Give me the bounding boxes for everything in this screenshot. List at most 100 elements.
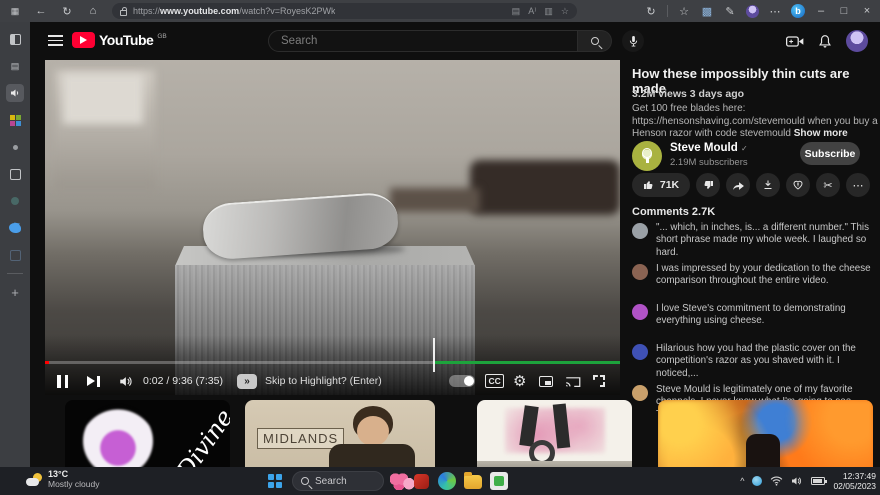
- search-input[interactable]: Search: [268, 30, 578, 52]
- settings-more-icon[interactable]: ⋯: [768, 2, 782, 20]
- taskbar-edge-icon[interactable]: [438, 472, 456, 490]
- read-aloud-sidebar-icon[interactable]: [6, 84, 24, 102]
- cast-icon: [565, 375, 581, 388]
- channel-name[interactable]: Steve Mould ✓: [670, 142, 748, 154]
- comment-item[interactable]: I was impressed by your dedication to th…: [632, 263, 880, 288]
- twitter-icon[interactable]: [6, 219, 24, 237]
- tab-actions-icon[interactable]: ▤: [512, 6, 521, 17]
- tools-icon[interactable]: [6, 192, 24, 210]
- video-description[interactable]: Get 100 free blades here: https://henson…: [632, 103, 878, 141]
- voice-search-button[interactable]: [622, 30, 644, 52]
- account-avatar[interactable]: [846, 30, 868, 52]
- download-button[interactable]: [756, 173, 780, 197]
- favorites-icon[interactable]: ☆: [677, 2, 691, 20]
- show-more-link[interactable]: Show more: [794, 128, 848, 139]
- autoplay-toggle[interactable]: [449, 370, 475, 392]
- maximize-button[interactable]: □: [837, 2, 851, 20]
- channel-avatar[interactable]: [632, 141, 662, 171]
- outlook-icon[interactable]: [6, 246, 24, 264]
- comments-header: Comments 2.7K: [632, 206, 715, 218]
- sponsorblock-icon[interactable]: »: [237, 370, 257, 392]
- more-actions-button[interactable]: ⋯: [846, 173, 870, 197]
- reader-mode-icon[interactable]: ▥: [544, 6, 553, 17]
- home-button[interactable]: ⌂: [84, 2, 102, 20]
- volume-icon: [119, 375, 134, 388]
- progress-bar[interactable]: [45, 361, 620, 364]
- start-button[interactable]: [268, 474, 282, 488]
- vertical-tabs-icon[interactable]: ▤: [6, 57, 24, 75]
- refresh-button[interactable]: ↻: [58, 2, 76, 20]
- cast-button[interactable]: [565, 370, 581, 392]
- video-meta: 3.2M views 3 days ago: [632, 88, 744, 100]
- weather-icon: [26, 473, 42, 486]
- skip-to-highlight-label[interactable]: Skip to Highlight? (Enter): [265, 370, 382, 392]
- clock-widget[interactable]: 12:37:49 02/05/2023: [833, 471, 876, 492]
- related-thumbnail-art[interactable]: [477, 400, 632, 475]
- commenter-avatar: [632, 304, 648, 320]
- comment-item[interactable]: "... which, in inches, is... a different…: [632, 222, 880, 259]
- share-button[interactable]: [726, 173, 750, 197]
- edge-apps-icon[interactable]: ▦: [6, 2, 24, 20]
- read-aloud-icon[interactable]: A⁾: [528, 6, 536, 17]
- next-button[interactable]: [87, 370, 100, 392]
- taskbar-search[interactable]: Search: [292, 471, 384, 491]
- back-button[interactable]: ←: [32, 2, 50, 20]
- taskbar-app-red-icon[interactable]: [414, 474, 429, 489]
- taskbar-app-icon[interactable]: [490, 472, 508, 490]
- copilot-icon[interactable]: [6, 30, 24, 48]
- office-icon[interactable]: [6, 111, 24, 129]
- search-button[interactable]: [578, 30, 612, 52]
- address-bar[interactable]: https://www.youtube.com/watch?v=RoyesK2P…: [112, 3, 577, 19]
- share-icon: [732, 180, 745, 191]
- sidebar-divider: [7, 273, 23, 274]
- add-sidebar-item-button[interactable]: +: [6, 283, 24, 301]
- thumbs-up-icon: [643, 179, 655, 191]
- tray-app-icon[interactable]: [752, 476, 762, 486]
- drop-icon[interactable]: [6, 138, 24, 156]
- related-thumbnail-midlands[interactable]: MIDLANDS: [245, 400, 435, 475]
- notifications-bell-icon[interactable]: [818, 34, 832, 49]
- miniplayer-button[interactable]: [539, 370, 553, 392]
- url-text[interactable]: https://www.youtube.com/watch?v=RoyesK2P…: [133, 6, 335, 16]
- minimize-button[interactable]: –: [814, 2, 828, 20]
- browser-profile-avatar[interactable]: [746, 5, 759, 18]
- related-thumbnail-divine[interactable]: Divine: [65, 400, 230, 475]
- search-icon: [591, 37, 599, 45]
- video-player[interactable]: 0:02 / 9:36 (7:35) » Skip to Highlight? …: [45, 60, 620, 395]
- thanks-button[interactable]: [786, 173, 810, 197]
- create-video-icon[interactable]: [786, 35, 804, 48]
- scissors-icon: ✂: [823, 179, 832, 192]
- speaker-icon[interactable]: [791, 476, 803, 486]
- settings-gear-icon[interactable]: ⚙: [513, 370, 526, 392]
- close-button[interactable]: ×: [860, 2, 874, 20]
- subscribe-button[interactable]: Subscribe: [800, 142, 860, 165]
- dislike-button[interactable]: [696, 173, 720, 197]
- collections-icon[interactable]: ↻: [644, 2, 658, 20]
- wallet-icon[interactable]: ▩: [700, 2, 714, 20]
- fullscreen-button[interactable]: [593, 370, 605, 392]
- comment-item[interactable]: Hilarious how you had the plastic cover …: [632, 343, 880, 380]
- tray-chevron-icon[interactable]: ^: [740, 476, 744, 486]
- related-thumbnail-fire[interactable]: [658, 400, 873, 475]
- youtube-play-icon: [72, 32, 95, 48]
- add-favorite-icon[interactable]: ☆: [561, 6, 569, 17]
- wifi-icon[interactable]: [770, 476, 783, 486]
- battery-icon[interactable]: [811, 477, 825, 485]
- progress-highlight-segment: [435, 361, 620, 364]
- bing-icon[interactable]: b: [791, 4, 805, 18]
- thumbnail-caption: MIDLANDS: [257, 428, 344, 449]
- volume-button[interactable]: [119, 370, 134, 392]
- commenter-avatar: [632, 264, 648, 280]
- phone-link-icon[interactable]: [6, 165, 24, 183]
- comment-item[interactable]: I love Steve's commitment to demonstrati…: [632, 303, 880, 328]
- clip-button[interactable]: ✂: [816, 173, 840, 197]
- weather-widget[interactable]: 13°C Mostly cloudy: [26, 469, 100, 489]
- youtube-logo[interactable]: YouTube GB: [72, 32, 167, 48]
- pause-button[interactable]: [57, 370, 68, 392]
- menu-button[interactable]: [48, 35, 63, 46]
- download-icon: [762, 179, 774, 191]
- like-button[interactable]: 71K: [632, 173, 690, 197]
- taskbar-file-explorer-icon[interactable]: [464, 475, 482, 489]
- subtitles-button[interactable]: CC: [485, 370, 504, 392]
- web-capture-icon[interactable]: ✎: [723, 2, 737, 20]
